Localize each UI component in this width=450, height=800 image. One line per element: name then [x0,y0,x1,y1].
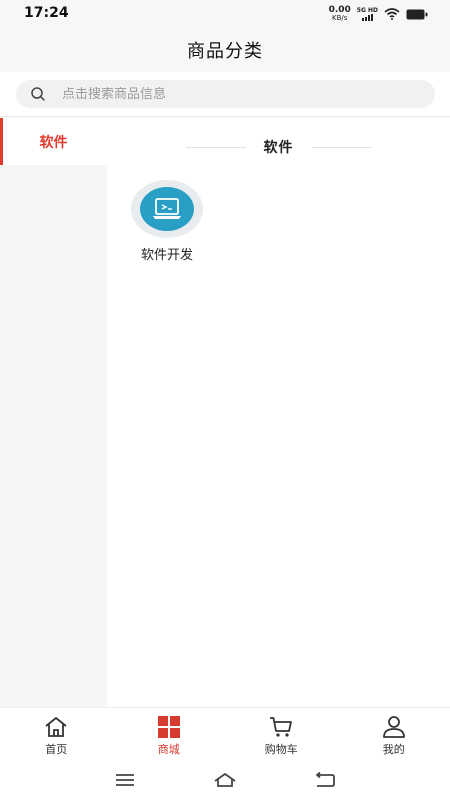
system-nav-bar [0,759,450,800]
menu-icon [116,773,134,786]
status-icons: 0.00 KB/s 5G HD [329,5,428,23]
product-label: 软件开发 [140,248,193,263]
wifi-icon [384,8,400,20]
screen: 17:24 0.00 KB/s 5G HD 商品分类 点击搜索商品信息 软件 软… [0,0,450,800]
status-bar: 17:24 0.00 KB/s 5G HD [0,0,450,28]
tab-label: 购物车 [264,743,298,756]
product-item-software-dev[interactable]: 软件开发 [129,180,205,263]
app-header: 商品分类 [0,28,450,72]
divider-left [185,146,246,148]
category-item-label: 软件 [39,134,68,151]
search-box[interactable] [16,80,435,108]
tab-label: 首页 [45,743,68,756]
product-icon-frame [131,180,203,238]
tab-label: 商城 [157,743,180,756]
network-speed-value: 0.00 [328,5,351,15]
divider-right [311,146,372,148]
home-icon [45,717,67,737]
search-icon [31,87,45,101]
search-bar [0,72,450,117]
home-button[interactable] [175,772,275,788]
laptop-icon [140,187,194,231]
user-icon [382,716,405,738]
menu-button[interactable] [75,773,175,787]
tab-profile[interactable]: 我的 [338,708,450,759]
status-time: 17:24 [24,5,69,21]
back-icon [316,771,335,787]
tab-cart[interactable]: 购物车 [225,708,338,759]
network-speed-unit: KB/s [331,14,348,22]
back-button[interactable] [275,771,375,788]
category-item-software[interactable]: 软件 [0,118,107,165]
tab-label: 我的 [382,743,405,756]
tab-mall[interactable]: 商城 [113,708,226,759]
signal-label: 5G HD [356,7,378,14]
grid-icon [157,716,180,738]
cart-icon [270,717,293,737]
category-content: 软件 软件开发 [107,118,450,707]
section-header: 软件 [107,132,450,162]
category-sidebar: 软件 [0,118,107,707]
search-input[interactable] [62,86,402,102]
bottom-tab-bar: 首页 商城 购物车 我的 [0,707,450,759]
page-title: 商品分类 [187,41,263,62]
battery-icon [406,9,428,19]
network-speed: 0.00 KB/s [328,5,351,23]
home-nav-icon [214,772,236,787]
section-title: 软件 [263,140,294,156]
cellular-signal-icon: 5G HD [357,7,378,21]
tab-home[interactable]: 首页 [0,708,113,759]
